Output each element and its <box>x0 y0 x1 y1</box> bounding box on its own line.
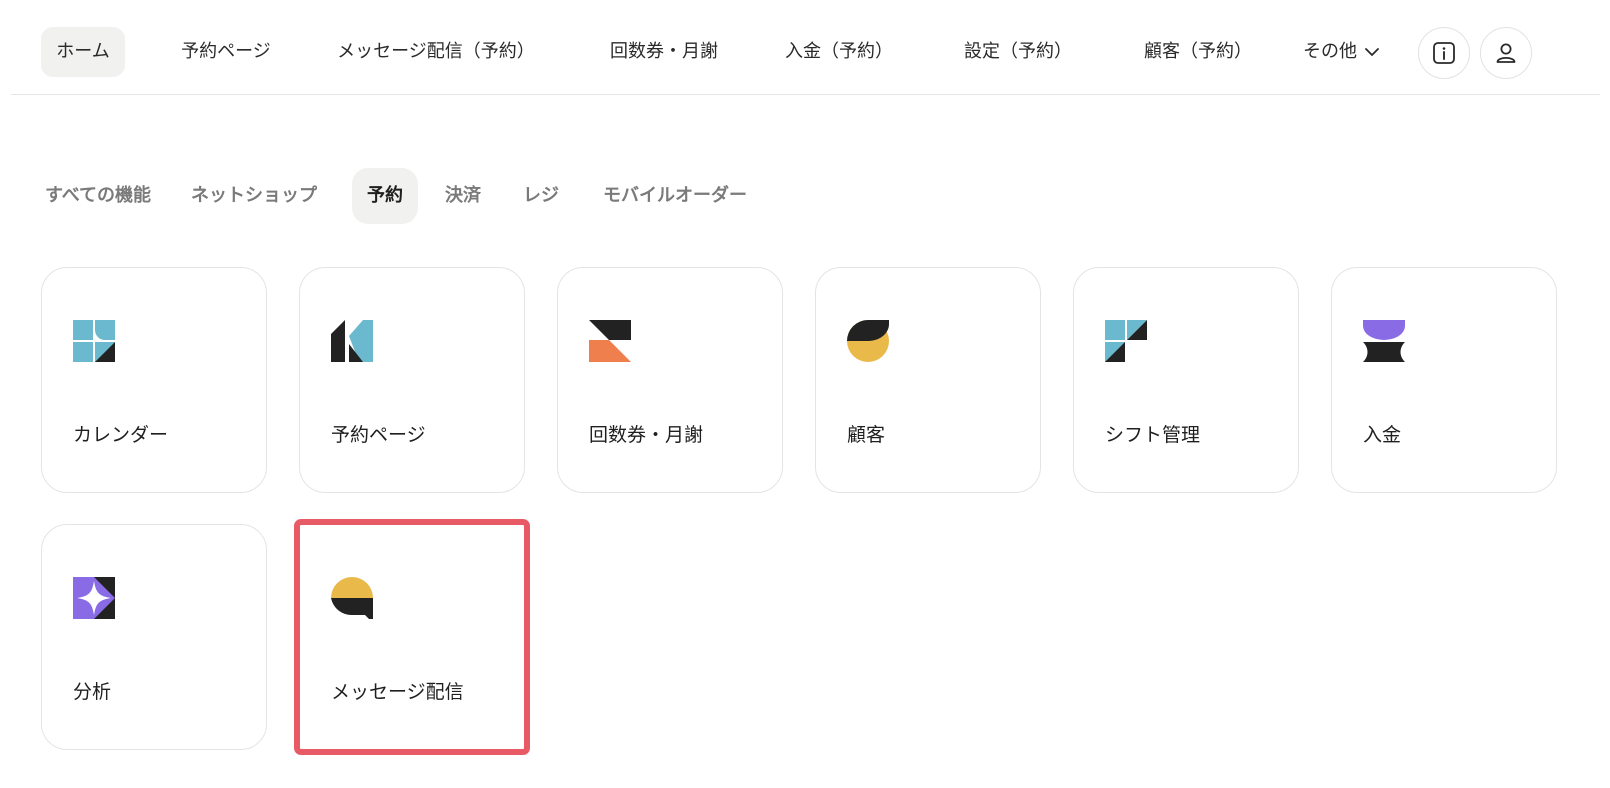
nav-message-delivery[interactable]: メッセージ配信（予約） <box>331 27 541 77</box>
chevron-down-icon <box>1365 48 1379 56</box>
nav-home[interactable]: ホーム <box>41 27 125 77</box>
tab-reservation[interactable]: 予約 <box>352 168 418 224</box>
card-deposit[interactable]: 入金 <box>1331 267 1557 498</box>
card-analytics[interactable]: 分析 <box>41 524 267 755</box>
card-label: 顧客 <box>847 424 886 446</box>
deposit-icon <box>1363 320 1405 362</box>
calendar-icon <box>73 320 115 362</box>
card-label: メッセージ配信 <box>331 681 464 703</box>
card-calendar[interactable]: カレンダー <box>41 267 267 498</box>
card-label: 分析 <box>73 681 112 703</box>
shift-icon <box>1105 320 1147 362</box>
analytics-icon <box>73 577 115 619</box>
nav-reservation-page[interactable]: 予約ページ <box>171 27 281 77</box>
tab-all-features[interactable]: すべての機能 <box>38 168 158 224</box>
tab-payment[interactable]: 決済 <box>436 168 490 224</box>
card-customers[interactable]: 顧客 <box>815 267 1041 498</box>
account-button[interactable] <box>1480 27 1532 79</box>
nav-tickets-monthly[interactable]: 回数券・月謝 <box>599 27 729 77</box>
card-tickets-monthly[interactable]: 回数券・月謝 <box>557 267 783 498</box>
nav-customers[interactable]: 顧客（予約） <box>1135 27 1261 77</box>
card-shift-management[interactable]: シフト管理 <box>1073 267 1299 498</box>
card-label: シフト管理 <box>1105 424 1201 446</box>
user-icon <box>1496 43 1516 63</box>
nav-deposit[interactable]: 入金（予約） <box>779 27 899 77</box>
card-label: 回数券・月謝 <box>589 424 704 446</box>
tab-mobile-order[interactable]: モバイルオーダー <box>596 168 754 224</box>
card-reservation-page[interactable]: 予約ページ <box>299 267 525 498</box>
ticket-icon <box>589 320 631 362</box>
reservation-page-icon <box>331 320 373 362</box>
card-label: カレンダー <box>73 424 169 446</box>
info-icon <box>1433 42 1455 64</box>
tab-register[interactable]: レジ <box>514 168 568 224</box>
tab-net-shop[interactable]: ネットショップ <box>186 168 322 224</box>
customer-icon <box>847 320 889 362</box>
card-label: 入金 <box>1363 424 1402 446</box>
card-label: 予約ページ <box>331 424 426 446</box>
nav-more-label: その他 <box>1303 41 1357 62</box>
nav-more-dropdown[interactable]: その他 <box>1303 27 1393 77</box>
nav-settings[interactable]: 設定（予約） <box>955 27 1081 77</box>
info-button[interactable] <box>1418 27 1470 79</box>
top-navigation: ホーム 予約ページ メッセージ配信（予約） 回数券・月謝 入金（予約） 設定（予… <box>11 0 1600 95</box>
message-icon <box>331 577 373 619</box>
card-message-delivery[interactable]: メッセージ配信 <box>294 519 530 755</box>
